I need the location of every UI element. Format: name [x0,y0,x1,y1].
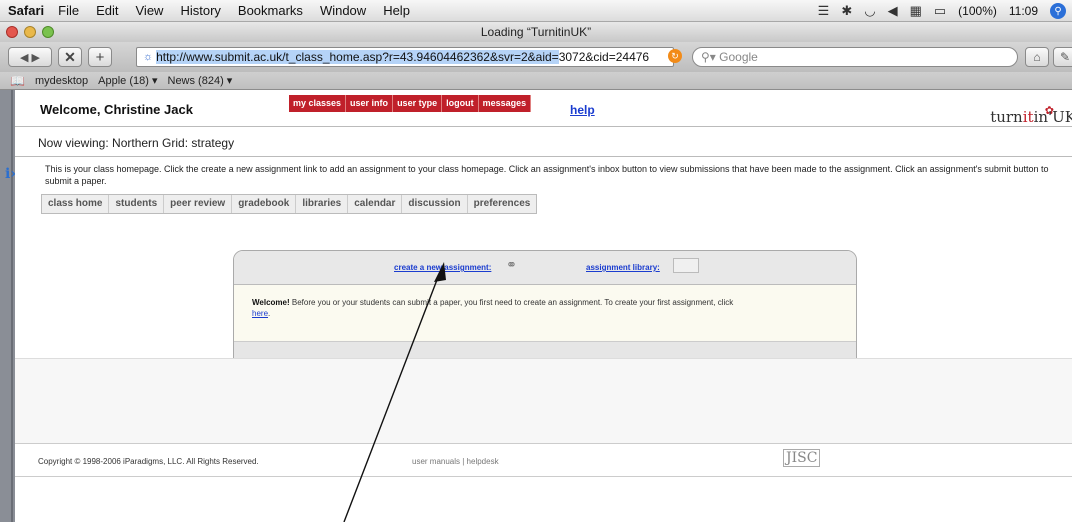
assignment-panel: create a new assignment: ⚭ assignment li… [233,250,857,359]
assignment-panel-footer [234,341,856,358]
create-assignment-link[interactable]: create a new assignment: [394,263,491,272]
jisc-logo: JISC [783,449,821,467]
spotlight-icon[interactable]: ⚲ [1050,3,1066,19]
menu-edit[interactable]: Edit [96,3,118,18]
create-assignment-icon[interactable]: ⚭ [506,257,517,273]
assignment-panel-header: create a new assignment: ⚭ assignment li… [234,251,856,285]
volume-icon[interactable]: ◀ [888,3,898,19]
nav-my-classes[interactable]: my classes [289,95,347,112]
info-icon: i› [5,166,16,182]
window-left-edge [0,90,15,522]
bookmarks-bar: 📖 mydesktop Apple (18) ▾ News (824) ▾ [0,72,1072,90]
home-icon[interactable]: ⌂ [1025,47,1049,67]
info-message: This is your class homepage. Click the c… [45,164,1049,186]
browser-toolbar: ◀ ▶ ✕ + ☼ http://www.submit.ac.uk/t_clas… [0,42,1072,72]
address-url-rest: 3072&cid=24476 [558,50,650,64]
bookmark-news[interactable]: News (824) ▾ [168,74,233,87]
edit-icon[interactable]: ✎ [1053,47,1072,67]
battery-icon[interactable]: ▭ [934,3,946,19]
nav-user-info[interactable]: user info [346,95,394,112]
search-icon: ⚲▾ [701,50,720,64]
tab-class-home[interactable]: class home [42,195,110,213]
address-url-selected: http://www.submit.ac.uk/t_class_home.asp… [156,50,559,64]
bookmark-mydesktop[interactable]: mydesktop [35,75,88,87]
logo-part-it: it [1022,108,1034,126]
tab-peer-review[interactable]: peer review [164,195,233,213]
now-viewing: Now viewing: Northern Grid: strategy [38,136,235,150]
nav-user-type[interactable]: user type [393,95,443,112]
search-placeholder: Google [719,50,758,64]
uk-flag-icon[interactable]: ▦ [910,3,922,19]
divider [15,126,1072,127]
wifi-icon[interactable]: ◡ [864,3,875,19]
menu-file[interactable]: File [58,3,79,18]
page-content: Welcome, Christine Jack my classes user … [5,90,1072,522]
welcome-text: Before you or your students can submit a… [289,298,734,307]
add-bookmark-button[interactable]: + [88,47,112,67]
content-spacer [15,359,1072,443]
clock[interactable]: 11:09 [1009,4,1038,18]
bluetooth-icon[interactable]: ✱ [841,3,852,19]
tab-calendar[interactable]: calendar [348,195,403,213]
here-link[interactable]: here [252,309,268,318]
nav-logout[interactable]: logout [442,95,479,112]
welcome-message: Welcome! Before you or your students can… [234,285,856,341]
class-tabs: class home students peer review gradeboo… [41,194,538,214]
help-link[interactable]: help [570,103,595,117]
stop-loading-button[interactable]: ✕ [58,47,82,67]
google-search-input[interactable]: ⚲▾ Google [692,47,1018,67]
tab-preferences[interactable]: preferences [468,195,537,213]
back-forward-button[interactable]: ◀ ▶ [8,47,52,67]
address-bar[interactable]: ☼ http://www.submit.ac.uk/t_class_home.a… [136,47,674,67]
tab-libraries[interactable]: libraries [296,195,349,213]
welcome-bold: Welcome! [252,298,290,307]
assignment-library-select[interactable] [673,258,699,273]
copyright-text: Copyright © 1998-2006 iParadigms, LLC. A… [38,457,259,466]
welcome-heading: Welcome, Christine Jack [40,102,193,117]
window-titlebar: Loading “TurnitinUK” [0,22,1072,42]
menu-history[interactable]: History [180,3,220,18]
turnitin-logo: turnitin'UK [990,108,1072,126]
bookmark-apple[interactable]: Apple (18) ▾ [98,74,157,87]
footer-links[interactable]: user manuals | helpdesk [412,457,499,466]
menu-bookmarks[interactable]: Bookmarks [238,3,303,18]
menu-view[interactable]: View [136,3,164,18]
divider [15,156,1072,157]
tab-discussion[interactable]: discussion [402,195,468,213]
top-nav: my classes user info user type logout me… [289,95,532,112]
snapback-icon[interactable]: ↻ [668,49,682,63]
menu-app-safari[interactable]: Safari [8,3,44,18]
window-title: Loading “TurnitinUK” [480,25,592,39]
bookmarks-book-icon[interactable]: 📖 [10,74,25,88]
menu-help[interactable]: Help [383,3,410,18]
script-menu-icon[interactable]: ☰ [818,3,830,19]
menu-window[interactable]: Window [320,3,366,18]
menubar: Safari File Edit View History Bookmarks … [0,0,1072,22]
tab-gradebook[interactable]: gradebook [232,195,297,213]
battery-percent: (100%) [958,4,997,18]
nav-messages[interactable]: messages [478,95,532,112]
page-footer: Copyright © 1998-2006 iParadigms, LLC. A… [15,443,1072,477]
site-icon: ☼ [143,51,154,63]
logo-part-turn: turn [990,108,1023,126]
logo-part-inuk: in'UK [1033,108,1072,126]
tab-students[interactable]: students [109,195,165,213]
assignment-library-link[interactable]: assignment library: [586,263,660,272]
